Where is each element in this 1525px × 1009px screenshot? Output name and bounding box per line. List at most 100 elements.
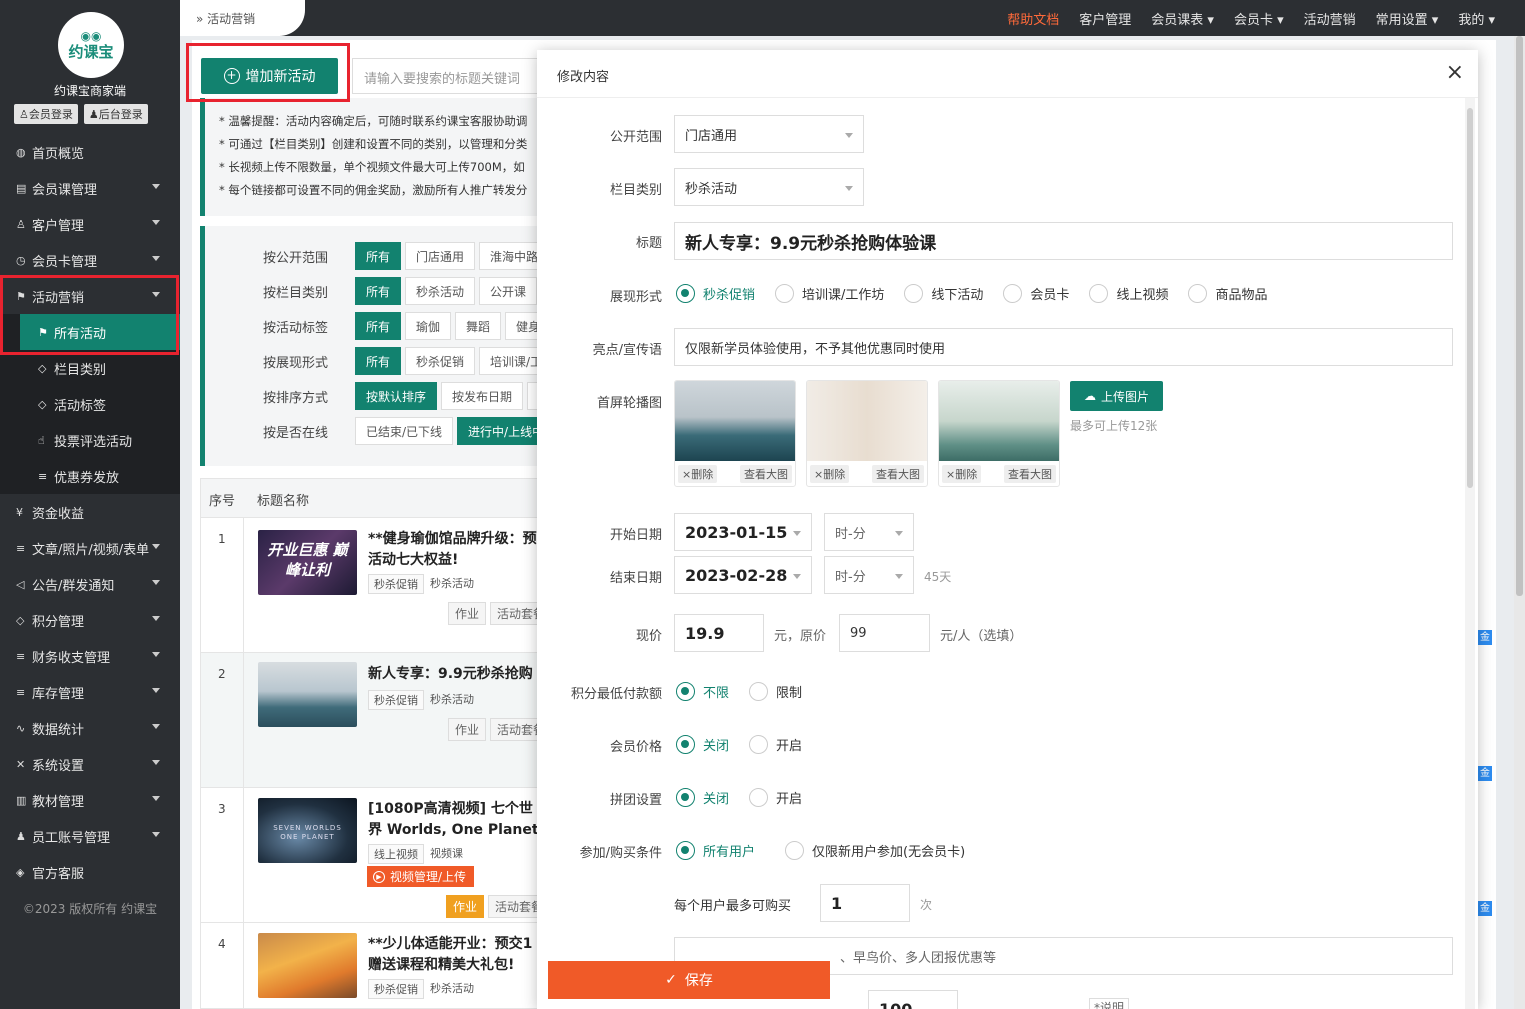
filter-option[interactable]: 已结束/已下线 xyxy=(355,417,454,445)
original-price-input[interactable]: 99 xyxy=(839,614,930,652)
carousel-image[interactable]: ×删除 查看大图 xyxy=(938,380,1060,487)
search-input[interactable]: 请输入要搜索的标题关键词 xyxy=(352,58,542,94)
row-title[interactable]: **少儿体适能开业：预交1赠送课程和精美大礼包! xyxy=(368,934,543,976)
admin-login-button[interactable]: ♟后台登录 xyxy=(83,104,148,124)
view-image-button[interactable]: 查看大图 xyxy=(740,465,792,483)
filter-option[interactable]: 进行中/上线中 xyxy=(457,417,540,445)
status-badge[interactable]: 金 xyxy=(1478,901,1492,916)
top-nav-item[interactable]: 活动营销 xyxy=(1304,9,1356,28)
top-nav-item[interactable]: 帮助文档 xyxy=(1007,9,1059,28)
category-select[interactable]: 秒杀活动 xyxy=(674,168,864,206)
delete-image-button[interactable]: ×删除 xyxy=(942,465,982,483)
radio-option[interactable]: 关闭 xyxy=(676,735,729,754)
title-input[interactable]: 新人专享：9.9元秒杀抢购体验课 xyxy=(674,222,1453,260)
table-row[interactable]: 3 SEVEN WORLDS ONE PLANET [1080P高清视频] 七个… xyxy=(200,788,551,923)
filter-option[interactable]: 所有 xyxy=(355,277,402,305)
table-row[interactable]: 1 开业巨惠 巅峰让利 **健身瑜伽馆品牌升级：预活动七大权益! 秒杀促销 秒杀活… xyxy=(200,518,553,653)
close-icon[interactable]: × xyxy=(1446,60,1464,85)
member-login-button[interactable]: ♙会员登录 xyxy=(14,104,78,124)
filter-option[interactable]: 所有 xyxy=(355,312,402,340)
status-badge[interactable]: 金 xyxy=(1478,766,1492,781)
table-row[interactable]: 4 **少儿体适能开业：预交1赠送课程和精美大礼包! 秒杀促销 秒杀活动 xyxy=(200,923,540,1009)
filter-option[interactable]: 健身 xyxy=(505,312,540,340)
radio-option[interactable]: 会员卡 xyxy=(1003,284,1069,303)
homework-button[interactable]: 作业 xyxy=(446,895,485,918)
homework-button[interactable]: 作业 xyxy=(448,602,487,625)
top-nav-item[interactable]: 会员卡 ▾ xyxy=(1234,9,1284,28)
radio-option[interactable]: 限制 xyxy=(749,682,802,701)
filter-option[interactable]: 按默认排序 xyxy=(355,382,438,410)
carousel-image[interactable]: ×删除 查看大图 xyxy=(674,380,796,487)
sidebar-item[interactable]: ♟ 员工账号管理 xyxy=(0,818,180,854)
sidebar-subitem[interactable]: ≡ 优惠券发放 xyxy=(0,458,180,494)
slogan-input[interactable]: 仅限新学员体验使用，不予其他优惠同时使用 xyxy=(674,328,1453,366)
scope-select[interactable]: 门店通用 xyxy=(674,115,864,153)
filter-option[interactable]: 秒杀活动 xyxy=(405,277,476,305)
sidebar-subitem[interactable]: ◇ 活动标签 xyxy=(0,386,180,422)
radio-option[interactable]: 线上视频 xyxy=(1089,284,1168,303)
limit-input[interactable]: 100 xyxy=(868,990,958,1009)
row-title[interactable]: [1080P高清视频] 七个世界 Worlds, One Planet xyxy=(368,799,543,841)
view-image-button[interactable]: 查看大图 xyxy=(1004,465,1056,483)
sidebar-item[interactable]: ◷ 会员卡管理 xyxy=(0,242,180,278)
radio-option[interactable]: 开启 xyxy=(749,735,802,754)
delete-image-button[interactable]: ×删除 xyxy=(810,465,850,483)
top-nav-item[interactable]: 我的 ▾ xyxy=(1458,9,1495,28)
filter-option[interactable]: 门店通用 xyxy=(405,242,476,270)
sidebar-item[interactable]: ♙ 客户管理 xyxy=(0,206,180,242)
modal-scrollbar[interactable] xyxy=(1465,98,1475,1009)
price-input[interactable]: 19.9 xyxy=(674,614,764,652)
page-scrollbar[interactable] xyxy=(1514,36,1525,1009)
sidebar-item[interactable]: ◇ 积分管理 xyxy=(0,602,180,638)
top-nav-item[interactable]: 会员课表 ▾ xyxy=(1151,9,1214,28)
end-date-input[interactable]: 2023-02-28 xyxy=(674,556,812,594)
end-time-select[interactable]: 时-分 xyxy=(824,556,914,594)
radio-option[interactable]: 培训课/工作坊 xyxy=(775,284,884,303)
sidebar-item[interactable]: ≡ 库存管理 xyxy=(0,674,180,710)
radio-option[interactable]: 开启 xyxy=(749,788,802,807)
filter-option[interactable]: 所有 xyxy=(355,242,402,270)
filter-option[interactable]: 淮海中路店 xyxy=(479,242,540,270)
radio-option[interactable]: 所有用户 xyxy=(676,841,755,860)
sidebar-item[interactable]: ◈ 官方客服 xyxy=(0,854,180,890)
view-image-button[interactable]: 查看大图 xyxy=(872,465,924,483)
filter-option[interactable]: 所有 xyxy=(355,347,402,375)
filter-option[interactable]: 舞蹈 xyxy=(455,312,502,340)
radio-option[interactable]: 关闭 xyxy=(676,788,729,807)
radio-option[interactable]: 线下活动 xyxy=(904,284,983,303)
table-row[interactable]: 2 新人专享：9.9元秒杀抢购 秒杀促销 秒杀活动 作业 活动套餐 xyxy=(200,653,553,788)
top-nav-item[interactable]: 客户管理 xyxy=(1079,9,1131,28)
status-badge[interactable]: 金 xyxy=(1478,630,1492,645)
top-nav-item[interactable]: 常用设置 ▾ xyxy=(1376,9,1439,28)
carousel-image[interactable]: ×删除 查看大图 xyxy=(806,380,928,487)
save-button[interactable]: ✓ 保存 xyxy=(548,961,830,999)
upload-image-button[interactable]: ☁ 上传图片 xyxy=(1070,381,1163,411)
sidebar-item[interactable]: ◁ 公告/群发通知 xyxy=(0,566,180,602)
sidebar-subitem[interactable]: ◇ 栏目类别 xyxy=(0,350,180,386)
filter-option[interactable]: 培训课/工 xyxy=(479,347,540,375)
sidebar-item[interactable]: ≡ 文章/照片/视频/表单 xyxy=(0,530,180,566)
filter-option[interactable]: 瑜伽 xyxy=(405,312,452,340)
video-manage-button[interactable]: ▶ 视频管理/上传 xyxy=(367,866,475,887)
sidebar-item[interactable]: ▤ 会员课管理 xyxy=(0,170,180,206)
sidebar-item[interactable]: ✕ 系统设置 xyxy=(0,746,180,782)
delete-image-button[interactable]: ×删除 xyxy=(678,465,718,483)
filter-option[interactable]: 秒杀促销 xyxy=(405,347,476,375)
radio-option[interactable]: 不限 xyxy=(676,682,729,701)
row-title[interactable]: **健身瑜伽馆品牌升级：预活动七大权益! xyxy=(368,529,543,571)
help-note[interactable]: *说明 xyxy=(1089,998,1130,1009)
radio-option[interactable]: 商品物品 xyxy=(1188,284,1267,303)
sidebar-item[interactable]: ¥ 资金收益 xyxy=(0,494,180,530)
homework-button[interactable]: 作业 xyxy=(448,718,487,741)
start-date-input[interactable]: 2023-01-15 xyxy=(674,513,812,551)
max-buy-input[interactable]: 1 xyxy=(820,884,910,922)
radio-option[interactable]: 秒杀促销 xyxy=(676,284,755,303)
radio-option[interactable]: 仅限新用户参加(无会员卡) xyxy=(785,841,965,860)
start-time-select[interactable]: 时-分 xyxy=(824,513,914,551)
sidebar-item[interactable]: ∿ 数据统计 xyxy=(0,710,180,746)
row-title[interactable]: 新人专享：9.9元秒杀抢购 xyxy=(368,664,543,685)
filter-option[interactable]: 公开课 xyxy=(479,277,538,305)
sidebar-item[interactable]: ◍ 首页概览 xyxy=(0,134,180,170)
filter-option[interactable]: 按发布日期 xyxy=(441,382,524,410)
sidebar-item[interactable]: ▥ 教材管理 xyxy=(0,782,180,818)
